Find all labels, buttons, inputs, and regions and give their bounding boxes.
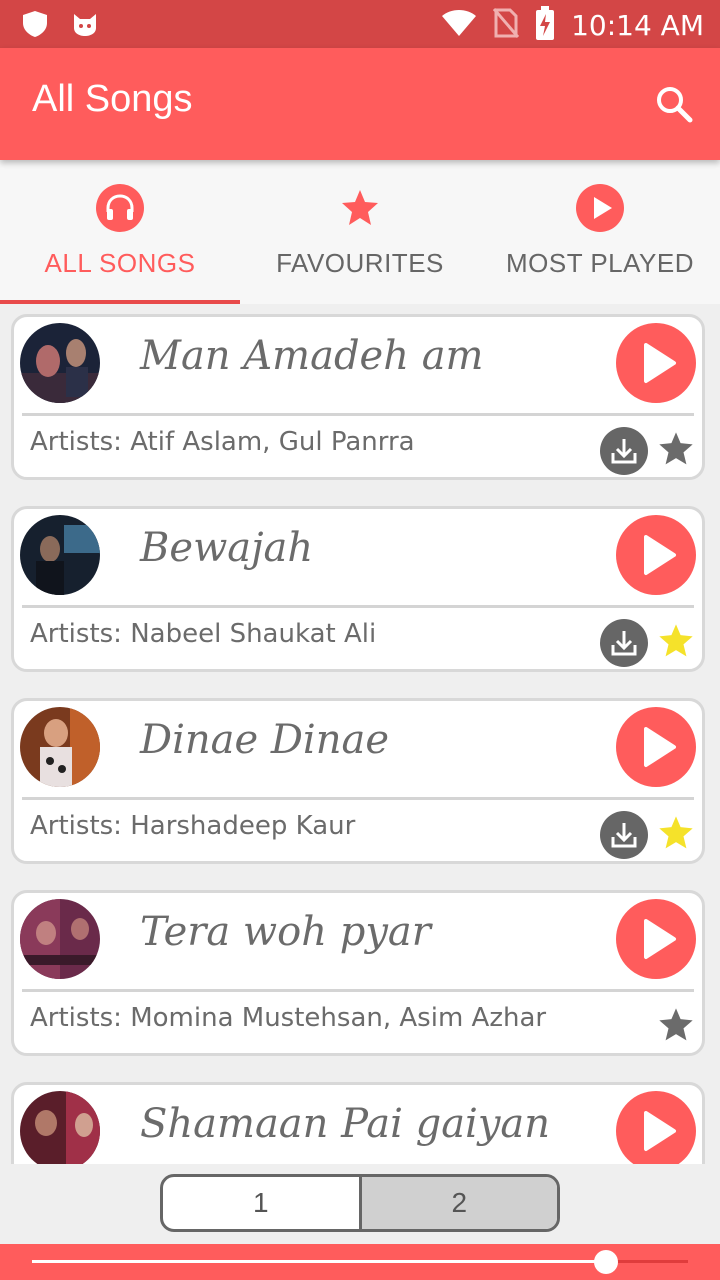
favourite-star-icon[interactable] — [656, 813, 696, 853]
divider — [22, 989, 694, 992]
headphones-icon — [96, 184, 144, 232]
tab-label: FAVOURITES — [276, 248, 444, 278]
play-button[interactable] — [616, 515, 696, 595]
song-list: Man Amadeh am Artists: Atif Aslam, Gul P… — [0, 304, 720, 1164]
song-card[interactable]: Dinae Dinae Artists: Harshadeep Kaur — [11, 698, 705, 864]
tab-label: MOST PLAYED — [505, 248, 695, 278]
tab-all-songs[interactable]: ALL SONGS — [0, 160, 240, 304]
song-card[interactable]: Tera woh pyar Artists: Momina Mustehsan,… — [11, 890, 705, 1056]
play-button[interactable] — [616, 707, 696, 787]
divider — [22, 797, 694, 800]
download-icon[interactable] — [600, 619, 648, 667]
seek-thumb[interactable] — [594, 1250, 618, 1274]
download-icon[interactable] — [600, 811, 648, 859]
cat-icon — [70, 10, 100, 42]
tab-bar: ALL SONGS FAVOURITES MOST PLAYED — [0, 160, 720, 304]
album-art — [20, 323, 100, 403]
pagination: 1 2 — [160, 1174, 560, 1232]
divider — [22, 605, 694, 608]
seek-progress — [32, 1260, 606, 1263]
play-button[interactable] — [616, 1091, 696, 1164]
song-card[interactable]: Shamaan Pai gaiyan — [11, 1082, 705, 1164]
song-card[interactable]: Bewajah Artists: Nabeel Shaukat Ali — [11, 506, 705, 672]
song-title: Shamaan Pai gaiyan — [140, 1101, 551, 1147]
status-bar: 10:14 AM — [0, 0, 720, 48]
song-title: Dinae Dinae — [140, 717, 390, 763]
player-bar — [0, 1244, 720, 1280]
download-icon[interactable] — [600, 427, 648, 475]
favourite-star-icon[interactable] — [656, 621, 696, 661]
album-art — [20, 515, 100, 595]
favourite-star-icon[interactable] — [656, 1005, 696, 1045]
page-button-2[interactable]: 2 — [358, 1177, 557, 1229]
play-circle-icon — [576, 184, 624, 232]
song-artists: Artists: Momina Mustehsan, Asim Azhar — [30, 1003, 547, 1033]
song-card[interactable]: Man Amadeh am Artists: Atif Aslam, Gul P… — [11, 314, 705, 480]
status-time: 10:14 AM — [571, 8, 704, 42]
wifi-icon — [441, 9, 477, 41]
favourite-star-icon[interactable] — [656, 429, 696, 469]
play-button[interactable] — [616, 899, 696, 979]
album-art — [20, 1091, 100, 1164]
search-icon[interactable] — [654, 84, 694, 124]
song-artists: Artists: Atif Aslam, Gul Panrra — [30, 427, 415, 457]
no-sim-icon — [492, 7, 520, 43]
page-button-1[interactable]: 1 — [163, 1177, 359, 1229]
song-artists: Artists: Harshadeep Kaur — [30, 811, 356, 841]
page-title: All Songs — [32, 78, 193, 120]
song-artists: Artists: Nabeel Shaukat Ali — [30, 619, 377, 649]
song-title: Tera woh pyar — [140, 909, 431, 955]
star-icon — [336, 184, 384, 232]
battery-charging-icon — [535, 6, 555, 44]
tab-most-played[interactable]: MOST PLAYED — [480, 160, 720, 304]
tab-favourites[interactable]: FAVOURITES — [240, 160, 480, 304]
song-title: Man Amadeh am — [140, 333, 484, 379]
tab-label: ALL SONGS — [44, 248, 196, 278]
shield-icon — [22, 10, 48, 42]
album-art — [20, 707, 100, 787]
play-button[interactable] — [616, 323, 696, 403]
divider — [22, 413, 694, 416]
app-bar: All Songs — [0, 48, 720, 160]
album-art — [20, 899, 100, 979]
song-title: Bewajah — [140, 525, 314, 571]
